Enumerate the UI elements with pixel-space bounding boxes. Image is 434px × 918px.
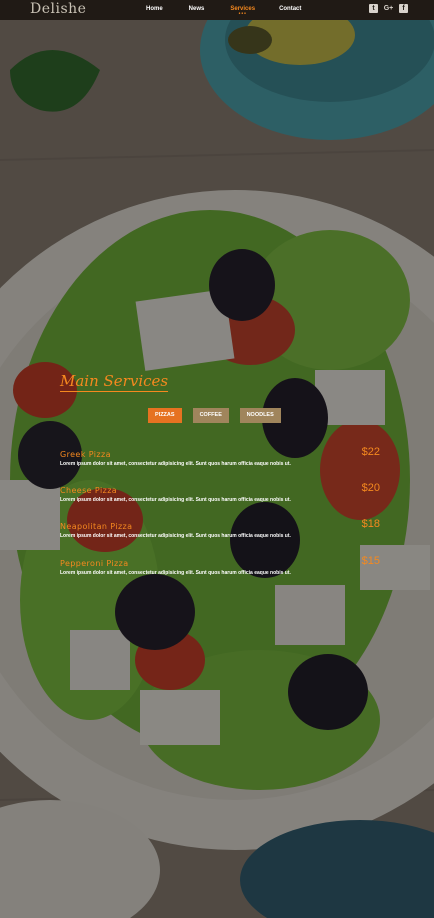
google-plus-icon[interactable]: G+ — [384, 4, 394, 13]
menu-item-description: Lorem ipsum dolor sit amet, consectetur … — [60, 570, 291, 576]
social-links: t G+ f — [369, 4, 408, 13]
menu-item-price: $18 — [361, 518, 380, 530]
top-navigation-bar: Delishe Home News Services ••• Contact t… — [0, 0, 434, 20]
menu-item-name: Greek Pizza — [60, 450, 111, 459]
menu-item-price: $20 — [361, 482, 380, 494]
tab-pizzas[interactable]: PIZZAS — [148, 408, 182, 423]
menu-item-neapolitan-pizza: Neapolitan Pizza Lorem ipsum dolor sit a… — [60, 518, 380, 539]
menu-item-name: Neapolitan Pizza — [60, 522, 133, 531]
main-nav: Home News Services ••• Contact — [146, 0, 301, 20]
nav-contact[interactable]: Contact — [279, 0, 301, 20]
menu-item-pepperoni-pizza: Pepperoni Pizza Lorem ipsum dolor sit am… — [60, 555, 380, 576]
tab-coffee[interactable]: COFFEE — [192, 408, 229, 423]
facebook-icon[interactable]: f — [399, 4, 408, 13]
menu-item-description: Lorem ipsum dolor sit amet, consectetur … — [60, 461, 291, 467]
nav-home[interactable]: Home — [146, 0, 163, 20]
active-nav-indicator: ••• — [238, 11, 247, 17]
menu-item-description: Lorem ipsum dolor sit amet, consectetur … — [60, 497, 291, 503]
section-title: Main Services — [60, 372, 169, 392]
twitter-icon[interactable]: t — [369, 4, 378, 13]
menu-item-price: $15 — [361, 555, 380, 567]
menu-item-description: Lorem ipsum dolor sit amet, consectetur … — [60, 533, 291, 539]
menu-item-name: Pepperoni Pizza — [60, 559, 129, 568]
nav-services[interactable]: Services ••• — [230, 0, 255, 20]
menu-item-name: Cheese Pizza — [60, 486, 118, 495]
menu-item-greek-pizza: Greek Pizza Lorem ipsum dolor sit amet, … — [60, 446, 380, 467]
menu-item-price: $22 — [361, 446, 380, 458]
nav-news[interactable]: News — [189, 0, 205, 20]
menu-item-cheese-pizza: Cheese Pizza Lorem ipsum dolor sit amet,… — [60, 482, 380, 503]
tab-noodles[interactable]: NOODLES — [239, 408, 281, 423]
site-logo[interactable]: Delishe — [30, 1, 86, 17]
service-category-tabs: PIZZAS COFFEE NOODLES — [148, 408, 281, 423]
